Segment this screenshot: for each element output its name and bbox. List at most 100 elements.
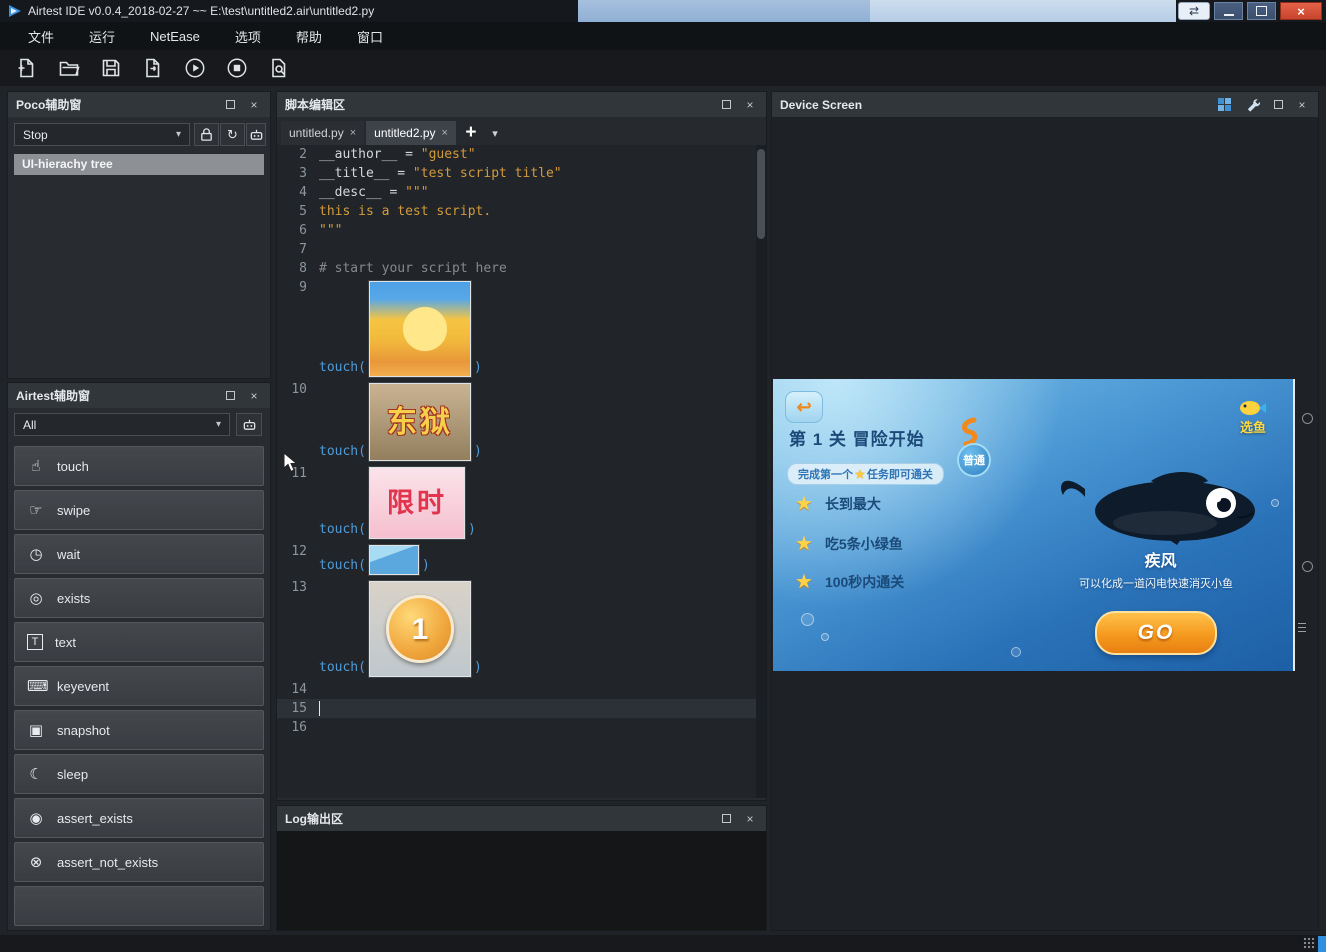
go-button[interactable]: GO [1095, 611, 1217, 655]
select-fish-button[interactable]: 选鱼 [1225, 399, 1281, 436]
scrollbar-thumb[interactable] [757, 149, 765, 239]
airtest-panel: Airtest辅助窗 × All ▾ ☝ touch ☞ swipe ◷ wai… [8, 383, 270, 930]
poco-panel: Poco辅助窗 × Stop ▾ ↻ UI-hierachy tree [8, 92, 270, 378]
action-assert-not-exists[interactable]: ⊗ assert_not_exists [14, 842, 264, 882]
float-panel-button[interactable] [718, 811, 734, 827]
close-tab-icon[interactable]: × [442, 127, 448, 139]
close-icon: × [746, 811, 754, 826]
fish-description: 可以化成一道闪电快速消灭小鱼 [1079, 578, 1233, 590]
touch-target-image-dongyu[interactable]: 东狱 [368, 383, 471, 461]
run-button[interactable] [178, 53, 212, 83]
open-script-button[interactable] [52, 53, 86, 83]
panel-scroll-dot[interactable] [1302, 413, 1313, 424]
new-tab-button[interactable]: + [458, 121, 484, 145]
open-folder-icon [59, 61, 80, 76]
airtest-device-button[interactable] [236, 413, 262, 436]
editor-line: 16 [291, 720, 307, 735]
tab-untitled2-py[interactable]: untitled2.py × [366, 121, 456, 145]
tab-untitled-py[interactable]: untitled.py × [281, 121, 365, 145]
inspector-button[interactable] [246, 123, 266, 146]
game-back-button[interactable]: ↩ [785, 391, 823, 423]
maximize-button[interactable] [1247, 2, 1276, 20]
find-button[interactable] [262, 53, 296, 83]
log-panel: Log输出区 × [277, 806, 766, 930]
editor-line: 5 this is a test script. [299, 204, 492, 219]
editor-panel-title: 脚本编辑区 [285, 98, 346, 112]
action-snapshot[interactable]: ▣ snapshot [14, 710, 264, 750]
tab-list-dropdown[interactable]: ▾ [486, 121, 504, 145]
device-panel-header: Device Screen × [772, 92, 1318, 117]
action-touch[interactable]: ☝ touch [14, 446, 264, 486]
airtest-filter-select[interactable]: All ▾ [14, 413, 230, 436]
touch-hand-icon: ☝ [31, 458, 41, 475]
splitter-grip[interactable] [1298, 623, 1306, 634]
action-exists[interactable]: ◎ exists [14, 578, 264, 618]
code-editor[interactable]: 2 __author__ = "guest" 3 __title__ = "te… [277, 145, 766, 798]
bubble [821, 633, 829, 641]
taskbar-peek [1318, 936, 1326, 952]
mission-subtitle-pill: 完成第一个 ★ 任务即可通关 [787, 463, 944, 485]
new-script-button[interactable] [10, 53, 44, 83]
panel-scroll-dot[interactable] [1302, 561, 1313, 572]
save-as-button[interactable] [136, 53, 170, 83]
close-icon: × [250, 97, 258, 112]
save-button[interactable] [94, 53, 128, 83]
float-panel-button[interactable] [1270, 97, 1286, 113]
action-keyevent[interactable]: ⌨ keyevent [14, 666, 264, 706]
close-panel-button[interactable]: × [742, 811, 758, 827]
swap-button[interactable]: ⇄ [1178, 2, 1210, 20]
menu-file[interactable]: 文件 [16, 27, 77, 46]
device-game-screenshot[interactable]: ↩ 第 1 关 冒险开始 普通 完成第一个 ★ 任务即可通关 ★ 长到最大 ★ [773, 379, 1295, 671]
robot-icon [250, 129, 262, 140]
action-wait[interactable]: ◷ wait [14, 534, 264, 574]
editor-current-line: 15 [277, 699, 766, 718]
star-icon: ★ [795, 533, 813, 555]
close-panel-button[interactable]: × [742, 97, 758, 113]
editor-line-touch-3: 11 touch(限时) [291, 466, 476, 539]
resize-grip[interactable] [1303, 937, 1316, 949]
action-swipe[interactable]: ☞ swipe [14, 490, 264, 530]
menu-run[interactable]: 运行 [77, 27, 138, 46]
minimize-button[interactable] [1214, 2, 1243, 20]
editor-scrollbar[interactable] [756, 145, 766, 798]
assert-exists-icon: ◉ [29, 810, 43, 827]
menu-options[interactable]: 选项 [223, 27, 284, 46]
close-panel-button[interactable]: × [246, 388, 262, 404]
level-title: 第 1 关 冒险开始 [789, 430, 925, 449]
lock-button[interactable] [194, 123, 219, 146]
minimize-icon [1223, 14, 1234, 16]
airtest-action-list: ☝ touch ☞ swipe ◷ wait ◎ exists T text ⌨… [8, 442, 270, 930]
stop-icon [227, 58, 247, 78]
grid-icon [1217, 98, 1231, 111]
poco-mode-value: Stop [23, 127, 48, 142]
action-assert-exists[interactable]: ◉ assert_exists [14, 798, 264, 838]
action-text[interactable]: T text [14, 622, 264, 662]
stop-button[interactable] [220, 53, 254, 83]
device-tools-button[interactable] [1242, 96, 1262, 114]
menu-help[interactable]: 帮助 [284, 27, 345, 46]
touch-target-image-goldfish[interactable] [368, 281, 471, 377]
airtest-panel-title: Airtest辅助窗 [16, 389, 91, 403]
poco-mode-select[interactable]: Stop ▾ [14, 123, 190, 146]
editor-panel-header: 脚本编辑区 × [277, 92, 766, 117]
action-sleep[interactable]: ☾ sleep [14, 754, 264, 794]
float-panel-button[interactable] [222, 388, 238, 404]
screen-layout-button[interactable] [1214, 96, 1234, 114]
menu-netease[interactable]: NetEase [138, 29, 223, 44]
menu-window[interactable]: 窗口 [345, 27, 406, 46]
touch-target-image-medal-1[interactable]: 1 [368, 581, 471, 677]
touch-target-image-sky[interactable] [368, 545, 419, 575]
close-window-button[interactable]: × [1280, 2, 1322, 20]
float-panel-button[interactable] [222, 97, 238, 113]
close-tab-icon[interactable]: × [350, 127, 356, 139]
touch-target-image-limited-time[interactable]: 限时 [368, 467, 465, 539]
refresh-button[interactable]: ↻ [220, 123, 245, 146]
star-icon: ★ [855, 468, 865, 481]
close-panel-button[interactable]: × [246, 97, 262, 113]
float-panel-button[interactable] [718, 97, 734, 113]
close-panel-button[interactable]: × [1294, 97, 1310, 113]
find-in-script-icon [272, 58, 286, 78]
action-item-clipped[interactable] [14, 886, 264, 926]
back-arrow-icon: ↩ [796, 396, 812, 417]
close-icon: × [746, 97, 754, 112]
